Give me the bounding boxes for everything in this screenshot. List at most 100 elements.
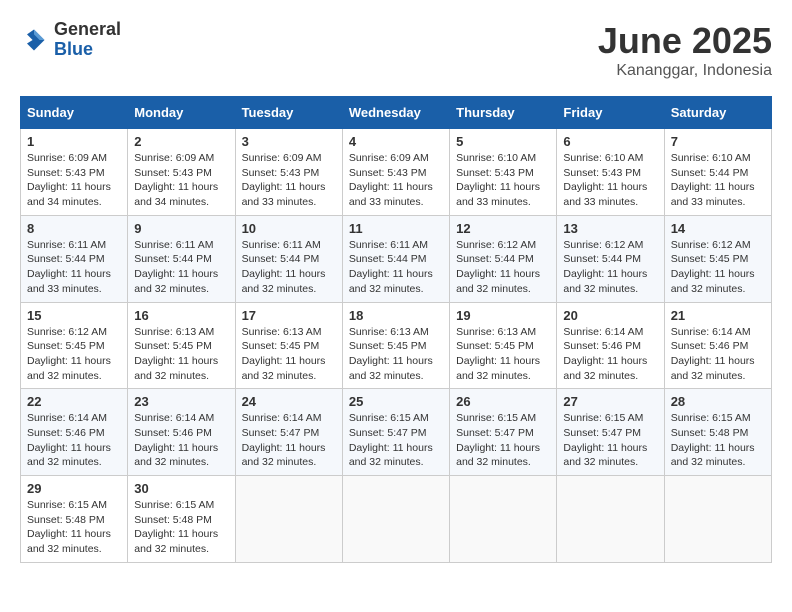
cell-content: Sunrise: 6:10 AMSunset: 5:43 PMDaylight:… (563, 151, 657, 210)
day-number: 11 (349, 221, 443, 236)
table-cell (664, 476, 771, 563)
day-number: 19 (456, 308, 550, 323)
cell-content: Sunrise: 6:09 AMSunset: 5:43 PMDaylight:… (134, 151, 228, 210)
week-row-5: 29 Sunrise: 6:15 AMSunset: 5:48 PMDayligh… (21, 476, 772, 563)
table-cell: 22 Sunrise: 6:14 AMSunset: 5:46 PMDayligh… (21, 389, 128, 476)
logo-icon (20, 26, 48, 54)
cell-content: Sunrise: 6:12 AMSunset: 5:44 PMDaylight:… (563, 238, 657, 297)
table-cell: 2 Sunrise: 6:09 AMSunset: 5:43 PMDaylight… (128, 129, 235, 216)
cell-content: Sunrise: 6:14 AMSunset: 5:46 PMDaylight:… (27, 411, 121, 470)
day-number: 14 (671, 221, 765, 236)
table-cell: 16 Sunrise: 6:13 AMSunset: 5:45 PMDayligh… (128, 302, 235, 389)
cell-content: Sunrise: 6:13 AMSunset: 5:45 PMDaylight:… (349, 325, 443, 384)
day-number: 5 (456, 134, 550, 149)
day-number: 22 (27, 394, 121, 409)
cell-content: Sunrise: 6:11 AMSunset: 5:44 PMDaylight:… (349, 238, 443, 297)
week-row-1: 1 Sunrise: 6:09 AMSunset: 5:43 PMDaylight… (21, 129, 772, 216)
cell-content: Sunrise: 6:15 AMSunset: 5:48 PMDaylight:… (671, 411, 765, 470)
table-cell: 10 Sunrise: 6:11 AMSunset: 5:44 PMDayligh… (235, 215, 342, 302)
table-cell: 25 Sunrise: 6:15 AMSunset: 5:47 PMDayligh… (342, 389, 449, 476)
table-cell: 17Sunrise: 6:13 AMSunset: 5:45 PMDayligh… (235, 302, 342, 389)
calendar-header-row: Sunday Monday Tuesday Wednesday Thursday… (21, 97, 772, 129)
calendar-table: Sunday Monday Tuesday Wednesday Thursday… (20, 96, 772, 563)
table-cell: 8 Sunrise: 6:11 AMSunset: 5:44 PMDaylight… (21, 215, 128, 302)
cell-content: Sunrise: 6:12 AMSunset: 5:45 PMDaylight:… (671, 238, 765, 297)
col-sunday: Sunday (21, 97, 128, 129)
table-cell: 20Sunrise: 6:14 AMSunset: 5:46 PMDayligh… (557, 302, 664, 389)
day-number: 28 (671, 394, 765, 409)
table-cell: 27Sunrise: 6:15 AMSunset: 5:47 PMDayligh… (557, 389, 664, 476)
day-number: 1 (27, 134, 121, 149)
day-number: 26 (456, 394, 550, 409)
day-number: 9 (134, 221, 228, 236)
week-row-4: 22 Sunrise: 6:14 AMSunset: 5:46 PMDayligh… (21, 389, 772, 476)
cell-content: Sunrise: 6:10 AMSunset: 5:43 PMDaylight:… (456, 151, 550, 210)
table-cell: 30 Sunrise: 6:15 AMSunset: 5:48 PMDayligh… (128, 476, 235, 563)
cell-content: Sunrise: 6:11 AMSunset: 5:44 PMDaylight:… (242, 238, 336, 297)
day-number: 8 (27, 221, 121, 236)
table-cell: 23 Sunrise: 6:14 AMSunset: 5:46 PMDayligh… (128, 389, 235, 476)
table-cell: 7Sunrise: 6:10 AMSunset: 5:44 PMDaylight… (664, 129, 771, 216)
col-monday: Monday (128, 97, 235, 129)
table-cell: 4 Sunrise: 6:09 AMSunset: 5:43 PMDaylight… (342, 129, 449, 216)
cell-content: Sunrise: 6:13 AMSunset: 5:45 PMDaylight:… (134, 325, 228, 384)
day-number: 29 (27, 481, 121, 496)
cell-content: Sunrise: 6:12 AMSunset: 5:45 PMDaylight:… (27, 325, 121, 384)
cell-content: Sunrise: 6:14 AMSunset: 5:47 PMDaylight:… (242, 411, 336, 470)
day-number: 25 (349, 394, 443, 409)
day-number: 23 (134, 394, 228, 409)
day-number: 24 (242, 394, 336, 409)
table-cell: 29Sunrise: 6:15 AMSunset: 5:48 PMDayligh… (21, 476, 128, 563)
day-number: 18 (349, 308, 443, 323)
table-cell: 19 Sunrise: 6:13 AMSunset: 5:45 PMDayligh… (450, 302, 557, 389)
cell-content: Sunrise: 6:13 AMSunset: 5:45 PMDaylight:… (456, 325, 550, 384)
logo: General Blue (20, 20, 121, 60)
week-row-3: 15 Sunrise: 6:12 AMSunset: 5:45 PMDayligh… (21, 302, 772, 389)
day-number: 10 (242, 221, 336, 236)
day-number: 13 (563, 221, 657, 236)
col-friday: Friday (557, 97, 664, 129)
table-cell: 15 Sunrise: 6:12 AMSunset: 5:45 PMDayligh… (21, 302, 128, 389)
cell-content: Sunrise: 6:11 AMSunset: 5:44 PMDaylight:… (134, 238, 228, 297)
table-cell: 1 Sunrise: 6:09 AMSunset: 5:43 PMDaylight… (21, 129, 128, 216)
day-number: 15 (27, 308, 121, 323)
table-cell (235, 476, 342, 563)
cell-content: Sunrise: 6:15 AMSunset: 5:47 PMDaylight:… (456, 411, 550, 470)
col-tuesday: Tuesday (235, 97, 342, 129)
day-number: 21 (671, 308, 765, 323)
day-number: 20 (563, 308, 657, 323)
table-cell: 14 Sunrise: 6:12 AMSunset: 5:45 PMDayligh… (664, 215, 771, 302)
day-number: 30 (134, 481, 228, 496)
month-title: June 2025 (598, 20, 772, 62)
week-row-2: 8 Sunrise: 6:11 AMSunset: 5:44 PMDaylight… (21, 215, 772, 302)
day-number: 16 (134, 308, 228, 323)
table-cell: 3Sunrise: 6:09 AMSunset: 5:43 PMDaylight… (235, 129, 342, 216)
page-header: General Blue June 2025 Kananggar, Indone… (20, 20, 772, 80)
cell-content: Sunrise: 6:12 AMSunset: 5:44 PMDaylight:… (456, 238, 550, 297)
day-number: 27 (563, 394, 657, 409)
table-cell: 24 Sunrise: 6:14 AMSunset: 5:47 PMDayligh… (235, 389, 342, 476)
table-cell: 6 Sunrise: 6:10 AMSunset: 5:43 PMDaylight… (557, 129, 664, 216)
table-cell: 26 Sunrise: 6:15 AMSunset: 5:47 PMDayligh… (450, 389, 557, 476)
table-cell (342, 476, 449, 563)
cell-content: Sunrise: 6:14 AMSunset: 5:46 PMDaylight:… (671, 325, 765, 384)
location-title: Kananggar, Indonesia (598, 62, 772, 80)
day-number: 6 (563, 134, 657, 149)
cell-content: Sunrise: 6:09 AMSunset: 5:43 PMDaylight:… (242, 151, 336, 210)
cell-content: Sunrise: 6:15 AMSunset: 5:48 PMDaylight:… (134, 498, 228, 557)
cell-content: Sunrise: 6:15 AMSunset: 5:47 PMDaylight:… (349, 411, 443, 470)
logo-general: General Blue (54, 20, 121, 60)
cell-content: Sunrise: 6:14 AMSunset: 5:46 PMDaylight:… (134, 411, 228, 470)
col-saturday: Saturday (664, 97, 771, 129)
cell-content: Sunrise: 6:09 AMSunset: 5:43 PMDaylight:… (27, 151, 121, 210)
table-cell: 13 Sunrise: 6:12 AMSunset: 5:44 PMDayligh… (557, 215, 664, 302)
cell-content: Sunrise: 6:11 AMSunset: 5:44 PMDaylight:… (27, 238, 121, 297)
cell-content: Sunrise: 6:10 AMSunset: 5:44 PMDaylight:… (671, 151, 765, 210)
table-cell (450, 476, 557, 563)
day-number: 4 (349, 134, 443, 149)
cell-content: Sunrise: 6:09 AMSunset: 5:43 PMDaylight:… (349, 151, 443, 210)
day-number: 12 (456, 221, 550, 236)
day-number: 2 (134, 134, 228, 149)
title-block: June 2025 Kananggar, Indonesia (598, 20, 772, 80)
table-cell: 28 Sunrise: 6:15 AMSunset: 5:48 PMDayligh… (664, 389, 771, 476)
